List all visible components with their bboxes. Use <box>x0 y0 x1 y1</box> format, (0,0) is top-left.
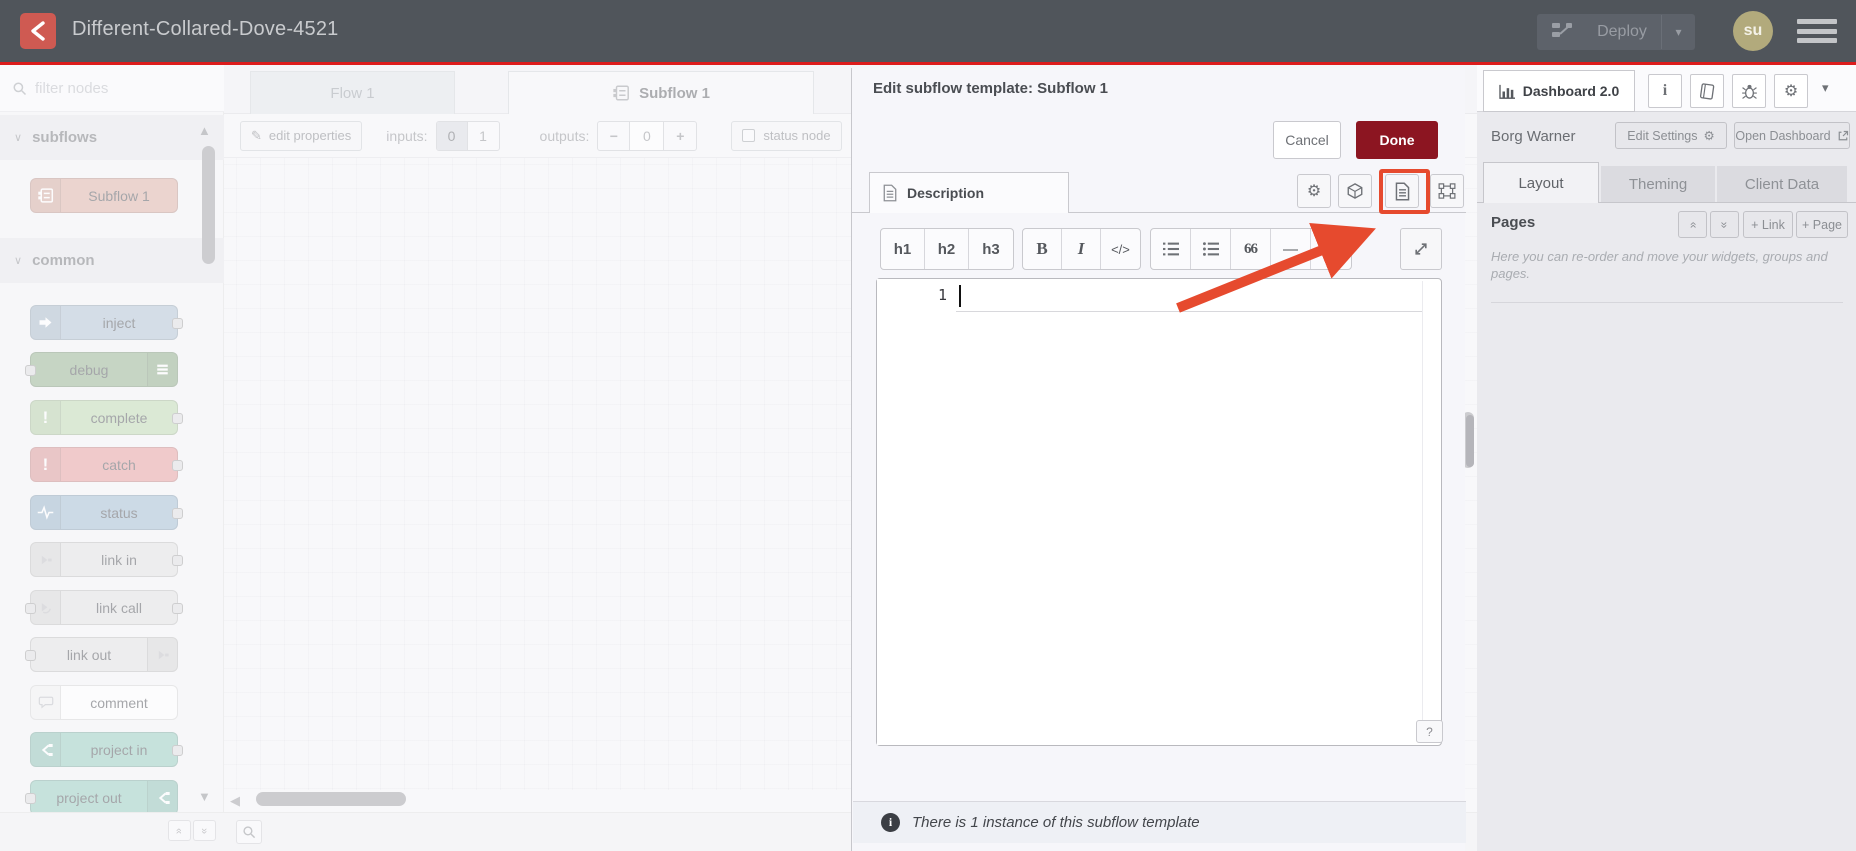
editor-help-button[interactable]: ? <box>1416 720 1443 743</box>
text-cursor <box>959 285 961 307</box>
deploy-icon <box>1551 21 1573 44</box>
pages-help-text: Here you can re-order and move your widg… <box>1491 249 1828 281</box>
external-link-icon <box>1838 130 1848 140</box>
pages-section-title: Pages <box>1491 214 1536 231</box>
md-bold-button[interactable]: B <box>1023 229 1062 269</box>
deploy-button[interactable]: Deploy ▾ <box>1537 14 1695 50</box>
pages-move-down-button[interactable]: » <box>1710 211 1739 238</box>
settings-sidebar-button[interactable]: ⚙ <box>1774 74 1808 108</box>
chevron-down-icon: ▾ <box>1822 80 1829 95</box>
sidebar-tabbar: Dashboard 2.0 i ⚙ ▾ <box>1477 65 1856 112</box>
debug-sidebar-button[interactable] <box>1732 74 1766 108</box>
md-ordered-list-button[interactable] <box>1151 229 1191 269</box>
book-icon <box>1699 82 1714 100</box>
double-chevron-up-icon: » <box>1685 221 1700 228</box>
done-button[interactable]: Done <box>1356 121 1438 159</box>
double-chevron-down-icon: » <box>1717 221 1732 228</box>
info-icon: i <box>1662 82 1668 99</box>
main-menu-button[interactable] <box>1797 17 1837 45</box>
subflow-module-button[interactable] <box>1338 174 1372 208</box>
tab-description[interactable]: Description <box>869 172 1069 213</box>
cube-icon <box>1347 183 1363 199</box>
info-sidebar-button[interactable]: i <box>1648 74 1682 108</box>
tab-layout[interactable]: Layout <box>1483 162 1599 203</box>
add-link-button[interactable]: + Link <box>1743 211 1793 238</box>
header-accent-line <box>0 62 1856 65</box>
description-icon <box>883 184 897 202</box>
annotation-highlight-box <box>1379 169 1430 214</box>
avatar[interactable]: su <box>1733 11 1773 51</box>
node-red-app: Different-Collared-Dove-4521 Deploy ▾ su… <box>0 0 1856 851</box>
dashboard-project-name: Borg Warner <box>1491 128 1576 145</box>
tab-client-data[interactable]: Client Data <box>1717 166 1847 203</box>
instance-count-text: There is 1 instance of this subflow temp… <box>912 814 1200 831</box>
md-italic-button[interactable]: I <box>1062 229 1101 269</box>
tray-resize-handle[interactable] <box>1466 415 1474 467</box>
md-expand-button[interactable] <box>1400 228 1442 270</box>
open-dashboard-button[interactable]: Open Dashboard <box>1734 122 1850 149</box>
header: Different-Collared-Dove-4521 Deploy ▾ su <box>0 0 1856 62</box>
md-h3-button[interactable]: h3 <box>969 229 1013 269</box>
object-group-icon <box>1438 183 1456 199</box>
pages-move-up-button[interactable]: » <box>1678 211 1707 238</box>
avatar-initials: su <box>1743 22 1763 39</box>
app-title: Different-Collared-Dove-4521 <box>72 18 339 40</box>
tab-theming[interactable]: Theming <box>1601 166 1715 203</box>
subflow-appearance-button[interactable] <box>1430 174 1464 208</box>
md-link-button[interactable] <box>1311 229 1351 269</box>
dialog-title: Edit subflow template: Subflow 1 <box>873 80 1109 97</box>
expand-icon <box>1415 243 1427 255</box>
md-list-group: 66 — <box>1150 228 1352 270</box>
md-hr-button[interactable]: — <box>1271 229 1311 269</box>
edit-subflow-dialog: Edit subflow template: Subflow 1 Cancel … <box>851 68 1466 851</box>
md-h2-button[interactable]: h2 <box>925 229 969 269</box>
deploy-dropdown[interactable]: ▾ <box>1661 15 1695 49</box>
gear-icon: ⚙ <box>1783 83 1799 100</box>
gear-icon: ⚙ <box>1306 183 1322 200</box>
md-h1-button[interactable]: h1 <box>881 229 925 269</box>
md-quote-button[interactable]: 66 <box>1231 229 1271 269</box>
editor-scroll-track <box>1422 281 1423 743</box>
subflow-settings-button[interactable]: ⚙ <box>1297 174 1331 208</box>
ordered-list-icon <box>1162 242 1179 256</box>
edit-settings-button[interactable]: Edit Settings ⚙ <box>1615 122 1727 149</box>
md-format-group: B I </> <box>1022 228 1141 270</box>
bug-icon <box>1741 84 1757 99</box>
deploy-label: Deploy <box>1597 23 1647 40</box>
active-line-underline <box>956 311 1422 312</box>
md-heading-group: h1 h2 h3 <box>880 228 1014 270</box>
add-page-button[interactable]: + Page <box>1796 211 1848 238</box>
sidebar-collapse-button[interactable]: ▾ <box>1822 80 1829 96</box>
gear-icon: ⚙ <box>1703 129 1715 143</box>
bar-chart-icon <box>1499 84 1515 99</box>
editor-line-number: 1 <box>937 286 947 304</box>
editor-gutter: 1 <box>877 279 955 745</box>
tab-dashboard-2[interactable]: Dashboard 2.0 <box>1483 70 1635 112</box>
dialog-footer: i There is 1 instance of this subflow te… <box>853 801 1466 843</box>
right-sidebar: Dashboard 2.0 i ⚙ ▾ Borg Warner Edit Set… <box>1477 65 1856 851</box>
node-red-logo-icon <box>20 13 56 49</box>
md-code-button[interactable]: </> <box>1101 229 1140 269</box>
pages-divider <box>1491 302 1843 303</box>
description-editor[interactable]: 1 <box>876 278 1442 746</box>
hamburger-icon <box>1797 19 1837 24</box>
info-icon: i <box>881 813 900 832</box>
cancel-button[interactable]: Cancel <box>1273 121 1341 159</box>
link-chain-icon <box>1324 242 1338 256</box>
md-unordered-list-button[interactable] <box>1191 229 1231 269</box>
docs-button[interactable] <box>1690 74 1724 108</box>
unordered-list-icon <box>1202 242 1219 256</box>
